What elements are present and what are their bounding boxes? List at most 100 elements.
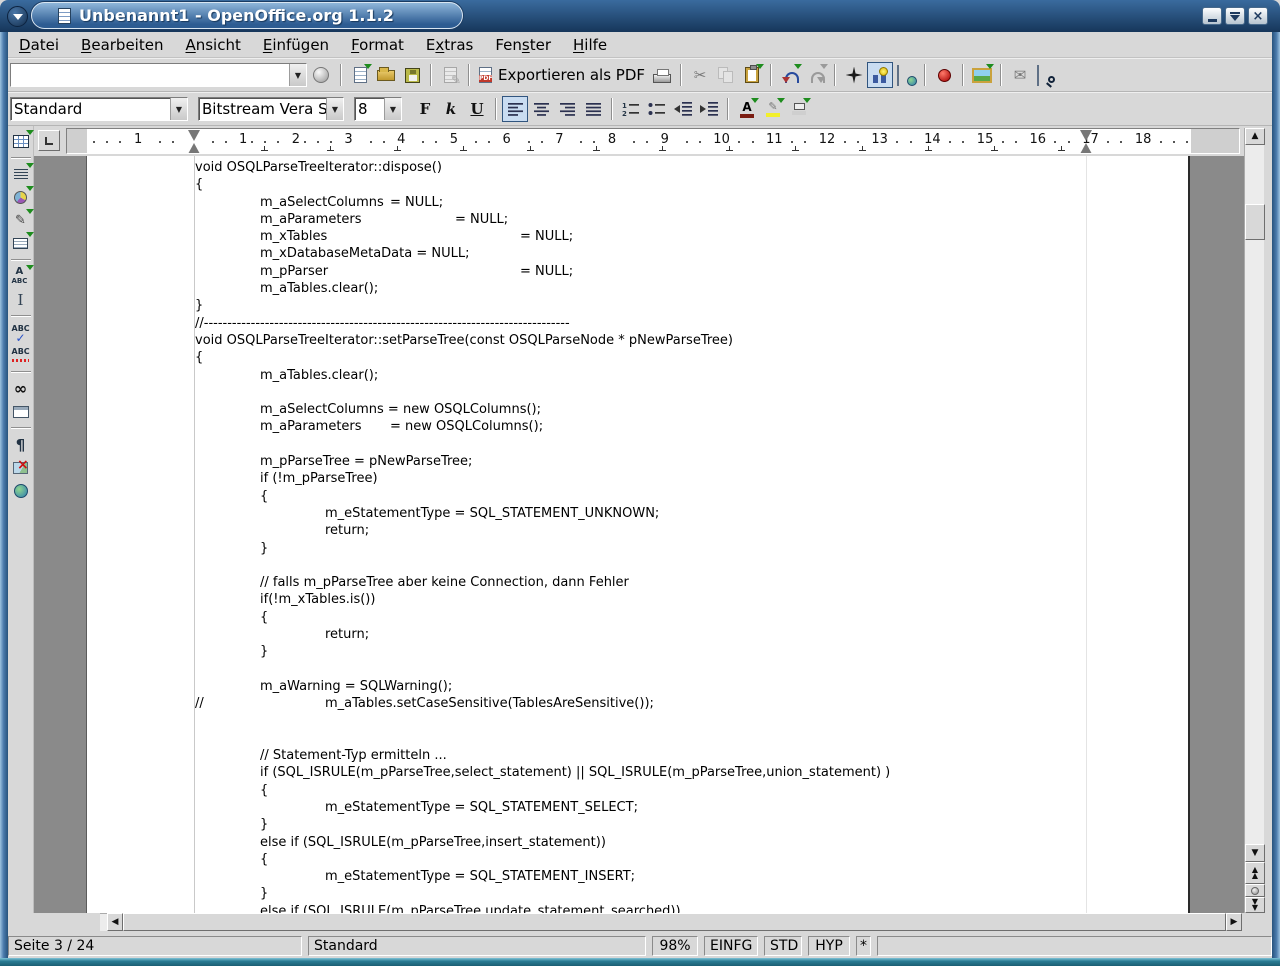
paste-button[interactable] [739, 62, 765, 88]
bullet-list-button[interactable] [644, 96, 670, 122]
insert-fields-button[interactable] [9, 163, 33, 186]
menu-hilfe[interactable]: Hilfe [562, 34, 618, 56]
scroll-right-button[interactable]: ▶ [1226, 913, 1242, 931]
export-pdf-icon [479, 67, 492, 83]
record-button[interactable] [931, 62, 957, 88]
status-zoom-level[interactable]: 98% [652, 936, 698, 956]
font-size-combobox[interactable]: 8 ▼ [354, 97, 402, 121]
paragraph-style-combobox[interactable]: Standard ▼ [10, 97, 188, 121]
left-indent-marker[interactable] [188, 130, 200, 154]
url-dropdown-button[interactable]: ▼ [289, 64, 306, 86]
status-page-style[interactable]: Standard [308, 936, 646, 956]
font-size-dropdown[interactable]: ▼ [384, 98, 401, 120]
menu-bearbeiten[interactable]: Bearbeiten [70, 34, 174, 56]
hyperlink-dialog-button[interactable] [893, 62, 919, 88]
italic-button[interactable]: k [438, 96, 464, 122]
auto-spellcheck-button[interactable] [9, 344, 33, 367]
horizontal-scroll-thumb[interactable] [123, 913, 1226, 931]
url-combobox[interactable]: ▼ [10, 63, 307, 87]
align-center-button[interactable] [528, 96, 554, 122]
bold-button[interactable]: F [412, 96, 438, 122]
vertical-scroll-thumb[interactable] [1245, 204, 1265, 240]
url-input[interactable] [11, 64, 289, 86]
edit-file-button[interactable] [437, 62, 463, 88]
open-button[interactable] [373, 62, 399, 88]
direct-cursor-button[interactable]: I [9, 288, 33, 311]
status-insert-mode[interactable]: EINFG [704, 936, 758, 956]
stylist-button[interactable] [867, 62, 893, 88]
scroll-up-button[interactable]: ▲ [1245, 128, 1265, 145]
horizontal-scrollbar[interactable]: ◀ ▶ [8, 913, 1264, 931]
document-page[interactable]: void OSQLParseTreeIterator::dispose() { … [86, 156, 1190, 913]
underline-button[interactable]: U [464, 96, 490, 122]
cut-button[interactable]: ✂ [687, 62, 713, 88]
align-left-button[interactable] [502, 96, 528, 122]
export-pdf-button[interactable]: Exportieren als PDF [475, 62, 649, 88]
menu-format[interactable]: Format [340, 34, 415, 56]
paragraph-style-dropdown[interactable]: ▼ [170, 98, 187, 120]
window-menu-button[interactable] [7, 6, 28, 27]
increase-indent-button[interactable] [696, 96, 722, 122]
minimize-button[interactable] [1202, 7, 1222, 25]
align-right-button[interactable] [554, 96, 580, 122]
navigator-button[interactable] [841, 62, 867, 88]
ruler-tick-dot [1068, 141, 1070, 143]
record-dot-icon [938, 69, 951, 82]
underline-icon: U [470, 100, 483, 118]
next-page-button[interactable]: ▼▼ [1245, 897, 1265, 913]
font-name-combobox[interactable]: Bitstream Vera S ▼ [198, 97, 344, 121]
page-preview-button[interactable] [1033, 62, 1059, 88]
menu-ansicht[interactable]: Ansicht [174, 34, 251, 56]
status-hyperlink-mode[interactable]: HYP [808, 936, 850, 956]
document-text[interactable]: void OSQLParseTreeIterator::dispose() { … [195, 159, 890, 913]
align-justify-button[interactable] [580, 96, 606, 122]
data-sources-button[interactable] [9, 400, 33, 423]
nonprinting-characters-button[interactable]: ¶ [9, 433, 33, 456]
close-button[interactable]: × [1248, 7, 1268, 25]
draw-functions-button[interactable]: ✎ [9, 209, 33, 232]
right-indent-marker[interactable] [1080, 130, 1092, 154]
find-replace-button[interactable]: ∞ [9, 377, 33, 400]
stop-loading-button[interactable] [313, 67, 329, 83]
vertical-scrollbar[interactable]: ▲ ▼ ▲▲ ▼▼ [1244, 128, 1264, 913]
menu-einfuegen[interactable]: Einfügen [252, 34, 340, 56]
ruler-tick-dot [212, 141, 214, 143]
insert-object-button[interactable] [9, 186, 33, 209]
print-button[interactable] [649, 62, 675, 88]
menu-fenster[interactable]: Fenster [484, 34, 562, 56]
font-color-button[interactable]: A [734, 96, 760, 122]
insert-table-button[interactable] [9, 130, 33, 153]
previous-page-button[interactable]: ▲▲ [1245, 862, 1265, 884]
gallery-button[interactable] [969, 62, 995, 88]
ruler-tick-dot [304, 141, 306, 143]
maximize-button[interactable] [1225, 7, 1245, 25]
undo-button[interactable] [777, 62, 803, 88]
online-layout-button[interactable] [9, 479, 33, 502]
navigation-button[interactable] [1245, 884, 1265, 897]
send-mail-button[interactable]: ✉ [1007, 62, 1033, 88]
font-name-dropdown[interactable]: ▼ [326, 98, 343, 120]
scroll-left-button[interactable]: ◀ [107, 913, 123, 931]
graphics-on-off-button[interactable] [9, 456, 33, 479]
background-color-button[interactable] [786, 96, 812, 122]
save-button[interactable] [399, 62, 425, 88]
form-functions-button[interactable] [9, 232, 33, 255]
highlighting-button[interactable]: ✎ [760, 96, 786, 122]
spellcheck-button[interactable] [9, 321, 33, 344]
ruler-scale[interactable]: 1123456789101112131415161718 [66, 128, 1240, 154]
status-page-number[interactable]: Seite 3 / 24 [8, 936, 302, 956]
numbered-list-button[interactable]: 12 [618, 96, 644, 122]
ruler-tick-dot [1002, 141, 1004, 143]
titlebar[interactable]: Unbenannt1 - OpenOffice.org 1.1.2 × [0, 0, 1280, 32]
scroll-down-button[interactable]: ▼ [1245, 844, 1265, 862]
copy-button[interactable] [713, 62, 739, 88]
new-document-button[interactable] [347, 62, 373, 88]
decrease-indent-button[interactable] [670, 96, 696, 122]
redo-button[interactable] [803, 62, 829, 88]
menu-extras[interactable]: Extras [415, 34, 484, 56]
tab-type-selector-button[interactable] [38, 130, 60, 151]
window-controls: × [1202, 7, 1268, 25]
menu-datei[interactable]: Datei [8, 34, 70, 56]
autotext-button[interactable] [9, 265, 33, 288]
status-selection-mode[interactable]: STD [764, 936, 802, 956]
